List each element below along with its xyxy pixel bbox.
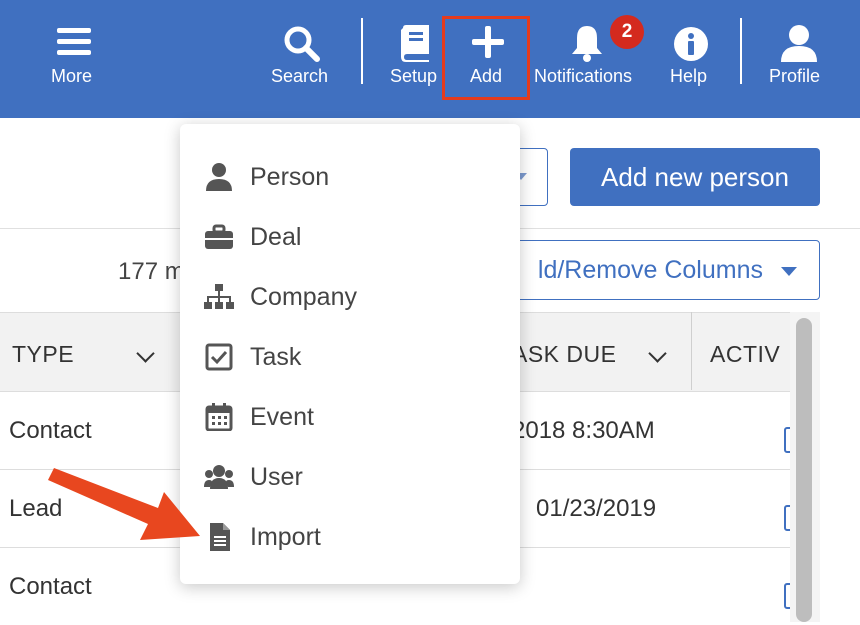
chevron-down-icon[interactable] <box>648 344 667 363</box>
nav-setup-label: Setup <box>390 66 438 86</box>
menu-item-company[interactable]: Company <box>180 267 520 327</box>
nav-notifications-label: Notifications <box>534 66 633 86</box>
menu-item-task[interactable]: Task <box>180 327 520 387</box>
menu-item-event[interactable]: Event <box>180 387 520 447</box>
add-remove-columns-label: ld/Remove Columns <box>537 256 763 284</box>
nav-search-label: Search <box>271 66 329 86</box>
nav-more[interactable]: More <box>34 0 114 118</box>
column-header-task-due[interactable]: ASK DUE <box>512 341 616 368</box>
menu-item-label: Company <box>250 283 357 311</box>
nav-divider <box>361 18 363 84</box>
info-icon <box>674 27 708 61</box>
menu-item-label: Person <box>250 163 330 191</box>
add-new-person-button[interactable]: Add new person <box>570 148 820 206</box>
nav-profile[interactable]: Profile <box>765 0 835 118</box>
scrollbar-thumb[interactable] <box>796 318 812 622</box>
menu-item-label: Task <box>250 343 302 371</box>
nav-profile-label: Profile <box>769 66 821 86</box>
chevron-down-icon[interactable] <box>136 344 155 363</box>
menu-item-person[interactable]: Person <box>180 147 520 207</box>
search-icon <box>284 26 320 62</box>
menu-icon <box>57 28 91 55</box>
book-icon <box>401 25 429 62</box>
menu-item-label: Event <box>250 403 314 431</box>
menu-item-label: Deal <box>250 223 302 251</box>
chevron-down-icon <box>781 267 797 276</box>
menu-item-label: Import <box>250 523 321 551</box>
nav-more-label: More <box>51 66 93 86</box>
menu-item-import[interactable]: Import <box>180 507 520 567</box>
column-header-activity[interactable]: ACTIV <box>710 341 780 368</box>
nav-search[interactable]: Search <box>262 0 342 118</box>
cell-task-due: 2018 8:30AM <box>512 417 655 444</box>
briefcase-icon <box>205 224 233 249</box>
nav-setup[interactable]: Setup <box>386 0 446 118</box>
cell-type: Contact <box>9 573 92 600</box>
cell-task-due: 01/23/2019 <box>536 495 657 522</box>
column-separator <box>691 312 692 390</box>
annotation-arrow-icon <box>48 468 200 540</box>
menu-item-label: User <box>250 463 303 491</box>
notification-badge: 2 <box>610 15 644 49</box>
person-icon <box>206 163 232 191</box>
add-remove-columns-button[interactable]: ld/Remove Columns <box>470 240 820 300</box>
menu-item-user[interactable]: User <box>180 447 520 507</box>
record-count: 177 m <box>118 258 185 285</box>
add-highlight-box <box>442 16 530 100</box>
nav-help[interactable]: Help <box>666 0 716 118</box>
menu-item-deal[interactable]: Deal <box>180 207 520 267</box>
calendar-icon <box>205 403 233 431</box>
top-nav-bar: More Search Setup Add Notifications Help… <box>0 0 860 118</box>
nav-help-label: Help <box>670 66 708 86</box>
column-header-type[interactable]: TYPE <box>12 341 74 368</box>
bell-icon <box>572 26 602 62</box>
org-chart-icon <box>204 284 234 309</box>
checkbox-icon <box>205 343 233 371</box>
nav-divider <box>740 18 742 84</box>
user-icon <box>781 25 817 62</box>
add-dropdown-menu: Person Deal Company Task Event User Impo… <box>180 124 520 584</box>
